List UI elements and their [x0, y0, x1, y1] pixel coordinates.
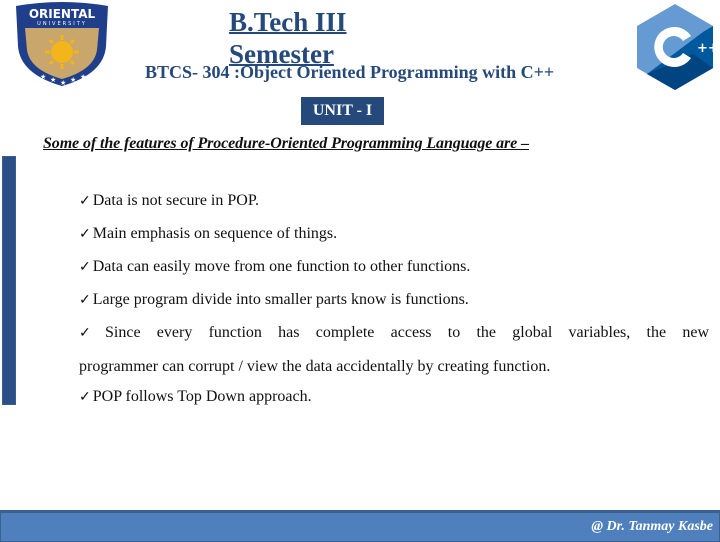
svg-text:★: ★: [70, 76, 76, 84]
list-item: ✓ Data can easily move from one function …: [79, 250, 709, 283]
list-item: ✓ Since every function has complete acces…: [79, 316, 709, 382]
list-item-text: POP follows Top Down approach.: [92, 388, 312, 405]
cpp-logo: ++: [633, 2, 719, 92]
logo-text-oriental: ORIENTAL: [29, 7, 96, 21]
checkmark-icon: ✓: [79, 260, 91, 275]
shield-icon: ORIENTAL UNIVERSITY ★ ★ ★ ★ ★: [16, 2, 108, 87]
course-subtitle: BTCS- 304 :Object Oriented Programming w…: [145, 62, 555, 82]
list-item: ✓ Data is not secure in POP.: [79, 184, 709, 217]
list-item-text: Large program divide into smaller parts …: [92, 291, 469, 308]
page-title: B.Tech III Semester: [229, 6, 347, 70]
logo-text-university: UNIVERSITY: [37, 21, 87, 27]
list-item-line-1: ✓ Since every function has complete acces…: [79, 316, 709, 350]
cpp-hexagon-icon: ++: [637, 4, 719, 90]
feature-list: ✓ Data is not secure in POP. ✓ Main emphas…: [79, 184, 709, 412]
checkmark-icon: ✓: [79, 227, 91, 242]
unit-badge: UNIT - I: [301, 97, 384, 125]
checkmark-icon: ✓: [79, 326, 103, 341]
svg-text:★: ★: [50, 76, 56, 84]
oriental-university-logo: ORIENTAL UNIVERSITY ★ ★ ★ ★ ★: [8, 2, 116, 88]
svg-text:★: ★: [60, 79, 66, 87]
svg-text:★: ★: [80, 73, 86, 81]
list-item: ✓ Large program divide into smaller parts…: [79, 283, 709, 316]
svg-text:★: ★: [40, 73, 46, 81]
title-line-1: B.Tech III: [229, 7, 347, 37]
list-item: ✓ Main emphasis on sequence of things.: [79, 217, 709, 250]
footer-bar: @ Dr. Tanmay Kasbe: [0, 510, 720, 542]
checkmark-icon: ✓: [79, 194, 91, 209]
list-item-text: Data is not secure in POP.: [92, 192, 259, 209]
cpp-plus-text: ++: [697, 41, 717, 56]
checkmark-icon: ✓: [79, 293, 91, 308]
left-accent-bar: [2, 156, 16, 405]
list-item-line-2: programmer can corrupt / view the data a…: [79, 358, 551, 375]
author-credit: @ Dr. Tanmay Kasbe: [591, 519, 713, 534]
list-item: ✓ POP follows Top Down approach.: [79, 382, 709, 412]
list-item-text: Data can easily move from one function t…: [92, 258, 471, 275]
section-heading: Some of the features of Procedure-Orient…: [43, 135, 529, 152]
checkmark-icon: ✓: [79, 390, 91, 405]
list-item-text: Main emphasis on sequence of things.: [92, 225, 338, 242]
list-item-text: Since every function has complete access…: [105, 324, 709, 341]
